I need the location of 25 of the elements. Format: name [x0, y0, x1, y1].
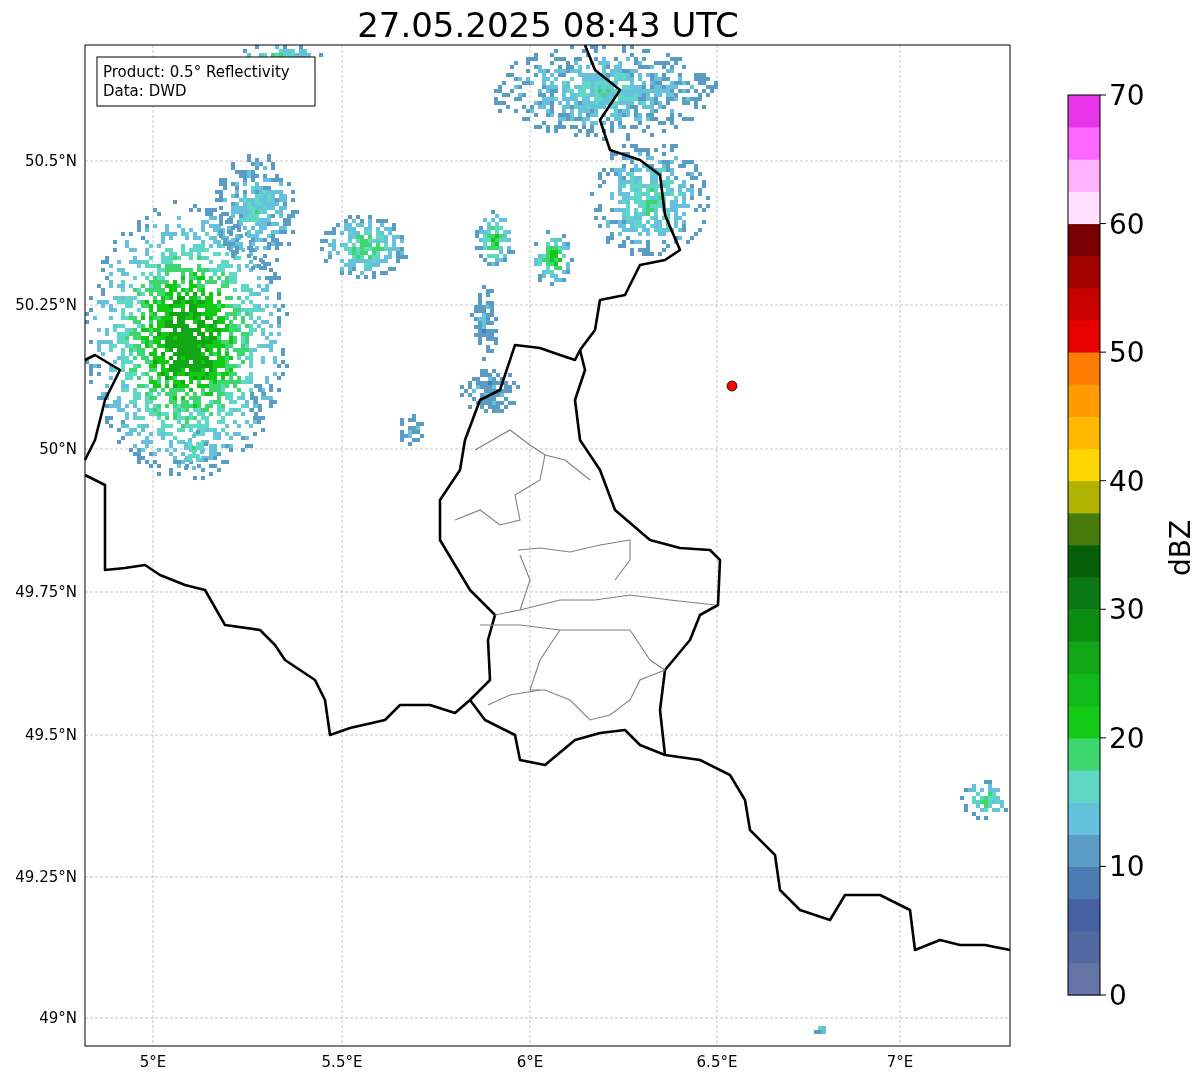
latitude-label: 50.5°N: [24, 152, 77, 170]
longitude-label: 5.5°E: [321, 1053, 363, 1071]
colorbar-tick-label: 70: [1109, 79, 1145, 112]
latitude-label: 49.75°N: [15, 583, 77, 601]
legend-text: Product: 0.5° Reflectivity: [103, 63, 290, 81]
colorbar-tick-label: 60: [1109, 207, 1145, 241]
latitude-label: 50.25°N: [15, 296, 77, 314]
location-marker: [726, 380, 738, 392]
colorbar-tick-label: 40: [1109, 464, 1145, 498]
colorbar-tick-label: 0: [1109, 979, 1127, 1012]
colorbar-tick-label: 50: [1109, 336, 1145, 370]
latitude-label: 49°N: [39, 1009, 77, 1027]
longitude-label: 7°E: [886, 1053, 914, 1071]
longitude-label: 5°E: [139, 1053, 167, 1071]
colorbar-tick-label: 10: [1109, 850, 1145, 884]
colorbar-tick-label: 20: [1109, 721, 1145, 755]
latitude-label: 50°N: [39, 440, 77, 458]
plot-title: 27.05.2025 08:43 UTC: [357, 5, 739, 45]
latitude-label: 49.25°N: [15, 868, 77, 886]
colorbar-label: dBZ: [1164, 519, 1197, 577]
longitude-label: 6°E: [516, 1053, 544, 1071]
latitude-label: 49.5°N: [24, 726, 77, 744]
legend-text: Data: DWD: [103, 82, 187, 100]
colorbar-tick-label: 30: [1109, 593, 1145, 627]
longitude-label: 6.5°E: [696, 1053, 738, 1071]
